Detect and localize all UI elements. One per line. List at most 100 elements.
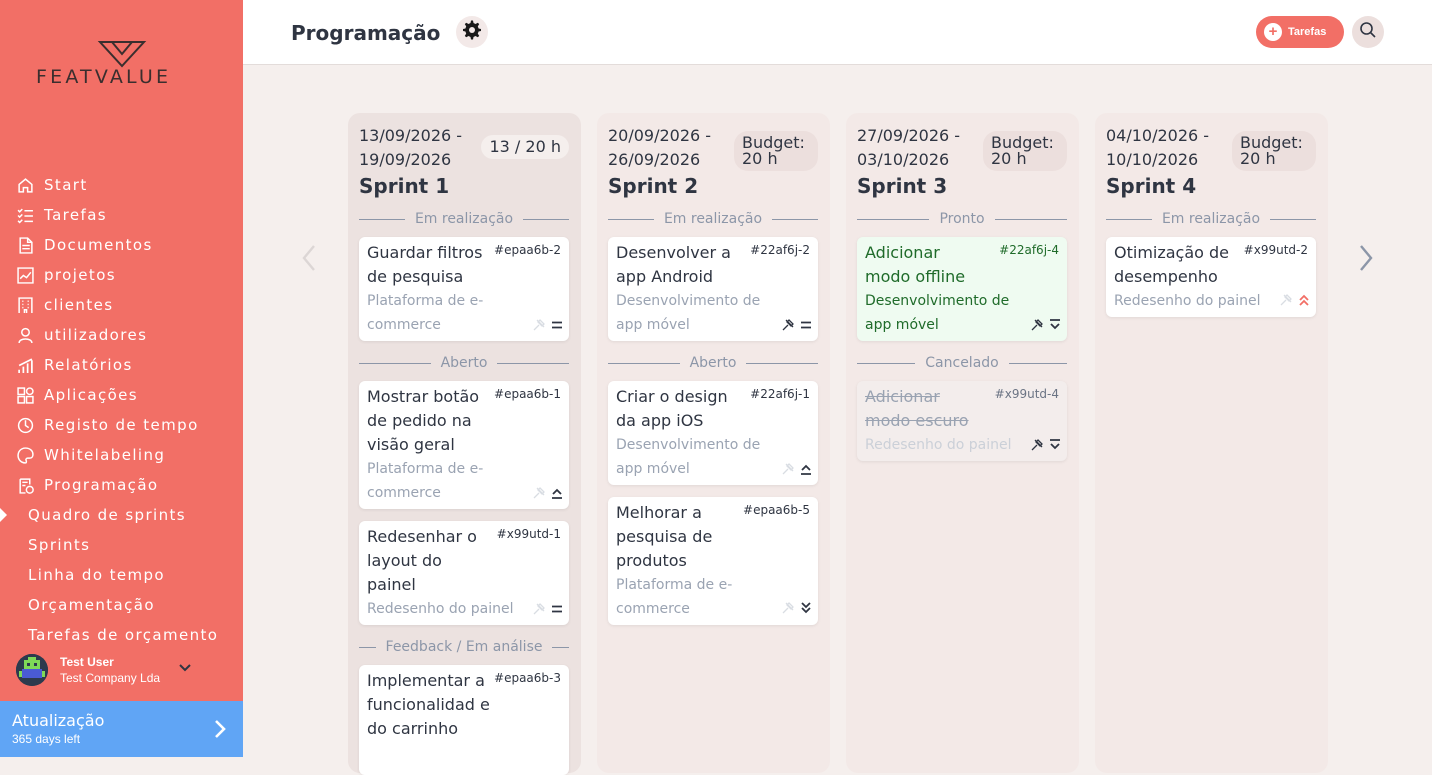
task-card[interactable]: Redesenhar o layout do painel #x99utd-1 … bbox=[359, 521, 569, 625]
task-project: Desenvolvimento de app móvel bbox=[616, 293, 761, 333]
priority-low-icon[interactable] bbox=[1049, 319, 1061, 331]
sidebar-item-whitelabeling[interactable]: Whitelabeling bbox=[0, 440, 243, 470]
task-card[interactable]: Guardar filtros de pesquisa #epaa6b-2 Pl… bbox=[359, 237, 569, 341]
pin-icon[interactable] bbox=[533, 319, 545, 331]
user-icon bbox=[17, 327, 34, 344]
sidebar-subitem-tarefas-de-orcamento[interactable]: Tarefas de orçamento bbox=[0, 620, 243, 650]
task-card[interactable]: Mostrar botão de pedido na visão geral #… bbox=[359, 381, 569, 509]
sidebar-subitem-sprints[interactable]: Sprints bbox=[0, 530, 243, 560]
sidebar-subitem-linha-do-tempo[interactable]: Linha do tempo bbox=[0, 560, 243, 590]
pin-icon[interactable] bbox=[1280, 294, 1292, 306]
status-group-label: Cancelado bbox=[857, 355, 1067, 371]
task-card[interactable]: Otimização de desempenho #x99utd-2 Redes… bbox=[1106, 237, 1316, 317]
pin-icon[interactable] bbox=[1031, 439, 1043, 451]
add-task-label: Tarefas bbox=[1288, 26, 1327, 38]
task-card[interactable]: Adicionar modo offline #22af6j-4 Desenvo… bbox=[857, 237, 1067, 341]
sidebar-item-documentos[interactable]: Documentos bbox=[0, 230, 243, 260]
task-title: Implementar a funcionalidad e do carrinh… bbox=[367, 671, 490, 738]
chart-icon bbox=[17, 266, 34, 284]
sidebar-item-relatorios[interactable]: Relatórios bbox=[0, 350, 243, 380]
status-group-label: Aberto bbox=[359, 355, 569, 371]
status-group-label: Em realização bbox=[1106, 211, 1316, 227]
priority-medium-icon[interactable] bbox=[551, 320, 563, 330]
sidebar-item-utilizadores[interactable]: utilizadores bbox=[0, 320, 243, 350]
user-menu[interactable]: Test User Test Company Lda bbox=[16, 652, 236, 688]
sprint-dates: 13/09/2026 - 19/09/2026 bbox=[359, 126, 463, 169]
sprint-title: Sprint 1 bbox=[359, 174, 450, 198]
task-card[interactable]: Melhorar a pesquisa de produtos #epaa6b-… bbox=[608, 497, 818, 625]
priority-lowest-icon[interactable] bbox=[800, 601, 812, 615]
user-company: Test Company Lda bbox=[60, 671, 161, 685]
task-title: Melhorar a pesquisa de produtos bbox=[616, 503, 713, 570]
sprint-title: Sprint 3 bbox=[857, 174, 948, 198]
sidebar-item-label: Start bbox=[44, 176, 88, 194]
plus-icon: + bbox=[1264, 23, 1282, 41]
task-card[interactable]: Implementar a funcionalidad e do carrinh… bbox=[359, 665, 569, 775]
sprint-dates: 27/09/2026 - 03/10/2026 bbox=[857, 126, 961, 169]
sidebar-item-label: Aplicações bbox=[44, 386, 139, 404]
status-group-label: Em realização bbox=[359, 211, 569, 227]
logo-text: FEATVALUE bbox=[36, 66, 172, 88]
task-project: Plataforma de e-commerce bbox=[367, 293, 484, 333]
sidebar-item-tarefas[interactable]: Tarefas bbox=[0, 200, 243, 230]
sidebar-item-label: Documentos bbox=[44, 236, 153, 254]
sidebar-item-label: Programação bbox=[44, 476, 159, 494]
upgrade-title: Atualização bbox=[12, 711, 105, 730]
priority-highest-icon[interactable] bbox=[1298, 293, 1310, 307]
status-group-label: Em realização bbox=[608, 211, 818, 227]
sprint-budget-badge: Budget: 20 h bbox=[734, 131, 818, 171]
sidebar-item-start[interactable]: Start bbox=[0, 170, 243, 200]
sprint-column: 27/09/2026 - 03/10/2026 Budget: 20 h Spr… bbox=[846, 113, 1079, 773]
sidebar-item-label: Registo de tempo bbox=[44, 416, 199, 434]
settings-button[interactable] bbox=[456, 16, 488, 48]
task-id: #x99utd-1 bbox=[496, 527, 561, 541]
task-card[interactable]: Adicionar modo escuro #x99utd-4 Redesenh… bbox=[857, 381, 1067, 461]
sidebar-item-programacao[interactable]: Programação bbox=[0, 470, 243, 500]
pin-icon[interactable] bbox=[782, 463, 794, 475]
sidebar-item-label: projetos bbox=[44, 266, 117, 284]
bar-chart-icon bbox=[17, 357, 34, 374]
sidebar-item-projetos[interactable]: projetos bbox=[0, 260, 243, 290]
task-id: #epaa6b-3 bbox=[494, 671, 561, 685]
pin-icon[interactable] bbox=[782, 602, 794, 614]
priority-high-icon[interactable] bbox=[800, 463, 812, 475]
sidebar-item-clientes[interactable]: clientes bbox=[0, 290, 243, 320]
task-project: Plataforma de e-commerce bbox=[616, 577, 733, 617]
sidebar-item-label: Tarefas bbox=[44, 206, 108, 224]
palette-icon bbox=[17, 446, 34, 464]
pin-icon[interactable] bbox=[533, 487, 545, 499]
task-project: Desenvolvimento de app móvel bbox=[865, 293, 1010, 333]
next-sprint-arrow[interactable] bbox=[1357, 244, 1375, 277]
add-task-button[interactable]: + Tarefas bbox=[1256, 16, 1344, 48]
task-card[interactable]: Desenvolver a app Android #22af6j-2 Dese… bbox=[608, 237, 818, 341]
priority-high-icon[interactable] bbox=[551, 487, 563, 499]
priority-low-icon[interactable] bbox=[1049, 439, 1061, 451]
task-id: #x99utd-2 bbox=[1243, 243, 1308, 257]
upgrade-subtitle: 365 days left bbox=[12, 732, 81, 746]
task-title: Otimização de desempenho bbox=[1114, 243, 1230, 286]
task-card[interactable]: Criar o design da app iOS #22af6j-1 Dese… bbox=[608, 381, 818, 485]
sidebar-subitem-quadro-de-sprints[interactable]: Quadro de sprints bbox=[0, 500, 243, 530]
sidebar-item-registo-de-tempo[interactable]: Registo de tempo bbox=[0, 410, 243, 440]
task-project: Redesenho do painel bbox=[1114, 293, 1261, 309]
sprint-hours-badge: 13 / 20 h bbox=[481, 135, 569, 159]
sidebar-subitem-orcamentacao[interactable]: Orçamentação bbox=[0, 590, 243, 620]
user-name: Test User bbox=[60, 655, 114, 669]
priority-medium-icon[interactable] bbox=[551, 604, 563, 614]
priority-medium-icon[interactable] bbox=[800, 320, 812, 330]
task-project: Plataforma de e-commerce bbox=[367, 461, 484, 501]
pin-icon[interactable] bbox=[533, 603, 545, 615]
task-project: Desenvolvimento de app móvel bbox=[616, 437, 761, 477]
pin-icon[interactable] bbox=[1031, 319, 1043, 331]
sprint-dates: 20/09/2026 - 26/09/2026 bbox=[608, 126, 712, 169]
upgrade-banner[interactable]: Atualização 365 days left bbox=[0, 701, 243, 757]
chevron-down-icon[interactable] bbox=[178, 660, 192, 678]
page-title: Programação bbox=[291, 21, 441, 45]
sidebar-item-aplicacoes[interactable]: Aplicações bbox=[0, 380, 243, 410]
sidebar-nav: Start Tarefas Documentos projetos client… bbox=[0, 170, 243, 650]
status-group-label: Aberto bbox=[608, 355, 818, 371]
search-button[interactable] bbox=[1352, 16, 1384, 48]
task-title: Desenvolver a app Android bbox=[616, 243, 731, 286]
previous-sprint-arrow[interactable] bbox=[300, 244, 318, 277]
pin-icon[interactable] bbox=[782, 319, 794, 331]
